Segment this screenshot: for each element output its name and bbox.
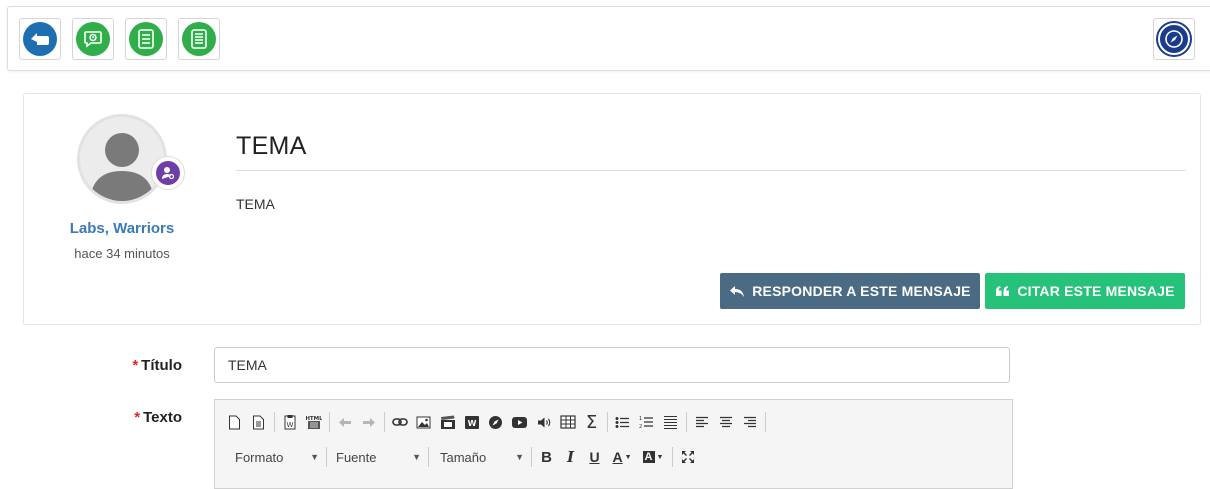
quote-icon (996, 286, 1010, 296)
youtube-icon[interactable] (508, 411, 531, 433)
bulleted-list-icon[interactable] (611, 411, 634, 433)
chevron-down-icon: ▼ (624, 453, 632, 461)
bold-button[interactable]: B (535, 446, 558, 468)
svg-text:1: 1 (639, 416, 642, 422)
format-dropdown-label: Formato (235, 449, 284, 465)
compass-icon (1158, 23, 1190, 55)
align-center-icon[interactable] (714, 411, 737, 433)
math-sigma-icon[interactable]: Σ (580, 411, 603, 433)
chevron-down-icon: ▼ (310, 452, 319, 462)
block-justify-icon[interactable] (659, 411, 682, 433)
toolbar-separator (672, 447, 673, 467)
list-button[interactable] (125, 18, 167, 60)
size-dropdown[interactable]: Tamaño ▼ (432, 445, 528, 469)
title-label: * Título (40, 357, 182, 374)
new-page-icon[interactable] (223, 411, 246, 433)
toolbar-separator (329, 412, 330, 432)
toolbar-separator (686, 412, 687, 432)
toolbar-separator (384, 412, 385, 432)
title-input-value: TEMA (228, 357, 267, 373)
templates-icon[interactable] (247, 411, 270, 433)
post-card: Labs, Warriors hace 34 minutos TEMA TEMA… (23, 93, 1201, 325)
required-mark: * (132, 357, 139, 374)
text-color-button[interactable]: A ▼ (607, 446, 637, 468)
audio-icon[interactable] (532, 411, 555, 433)
editor-toolbar-row-1: W HTML W Σ 12 (223, 409, 769, 435)
back-button[interactable] (19, 18, 61, 60)
toolbar-separator (274, 412, 275, 432)
required-mark: * (134, 409, 141, 426)
flash-icon[interactable]: W (460, 411, 483, 433)
post-title: TEMA (236, 132, 307, 160)
svg-text:W: W (286, 421, 293, 429)
redo-icon[interactable] (357, 411, 380, 433)
quote-button[interactable]: CITAR ESTE MENSAJE (985, 273, 1185, 309)
toolbar-separator (531, 447, 532, 467)
grid-list-icon (182, 22, 216, 56)
table-icon[interactable] (556, 411, 579, 433)
font-dropdown-label: Fuente (336, 449, 377, 465)
grid-list-button[interactable] (178, 18, 220, 60)
paste-word-icon[interactable]: W (278, 411, 301, 433)
bg-color-button[interactable]: A ▼ (638, 446, 668, 468)
quote-button-label: CITAR ESTE MENSAJE (1017, 283, 1175, 299)
toolbar-separator (765, 412, 766, 432)
undo-icon[interactable] (333, 411, 356, 433)
chevron-down-icon: ▼ (412, 452, 421, 462)
reply-button-label: RESPONDER A ESTE MENSAJE (752, 283, 971, 299)
reply-icon (730, 285, 745, 297)
top-toolbar (7, 6, 1210, 71)
toolbar-separator (428, 447, 429, 467)
size-dropdown-label: Tamaño (440, 449, 487, 465)
author-name[interactable]: Labs, Warriors (24, 220, 220, 237)
numbered-list-icon[interactable]: 12 (635, 411, 658, 433)
reply-button[interactable]: RESPONDER A ESTE MENSAJE (720, 273, 980, 309)
font-dropdown[interactable]: Fuente ▼ (330, 445, 425, 469)
title-input[interactable]: TEMA (214, 347, 1010, 383)
maximize-icon[interactable] (676, 446, 699, 468)
user-role-badge (151, 156, 185, 190)
link-icon[interactable] (388, 411, 411, 433)
history-button[interactable] (72, 18, 114, 60)
underline-button[interactable]: U (583, 446, 606, 468)
format-dropdown[interactable]: Formato ▼ (223, 445, 323, 469)
align-right-icon[interactable] (738, 411, 761, 433)
align-left-icon[interactable] (690, 411, 713, 433)
avatar[interactable] (77, 114, 167, 204)
title-label-text: Título (141, 357, 182, 374)
italic-button[interactable]: I (559, 446, 582, 468)
user-search-icon (156, 161, 180, 185)
bg-color-letter: A (642, 451, 655, 463)
image-icon[interactable] (412, 411, 435, 433)
list-icon (129, 22, 163, 56)
back-hand-icon (23, 22, 57, 56)
compass-embed-icon[interactable] (484, 411, 507, 433)
paste-html-icon[interactable]: HTML (302, 411, 325, 433)
chevron-down-icon: ▼ (656, 453, 664, 461)
post-time: hace 34 minutos (74, 246, 170, 261)
text-label: * Texto (40, 409, 182, 426)
video-clapper-icon[interactable] (436, 411, 459, 433)
text-color-letter: A (612, 449, 623, 465)
text-label-text: Texto (143, 409, 182, 426)
editor-toolbar-row-2: Formato ▼ Fuente ▼ Tamaño ▼ B I U A ▼ A ▼ (223, 444, 700, 470)
chevron-down-icon: ▼ (515, 452, 524, 462)
compass-button[interactable] (1153, 18, 1195, 60)
toolbar-separator (326, 447, 327, 467)
toolbar-separator (607, 412, 608, 432)
history-chat-icon (76, 22, 110, 56)
divider (236, 170, 1186, 171)
svg-text:W: W (467, 419, 476, 428)
svg-text:2: 2 (639, 424, 642, 429)
post-body: TEMA (236, 196, 275, 212)
